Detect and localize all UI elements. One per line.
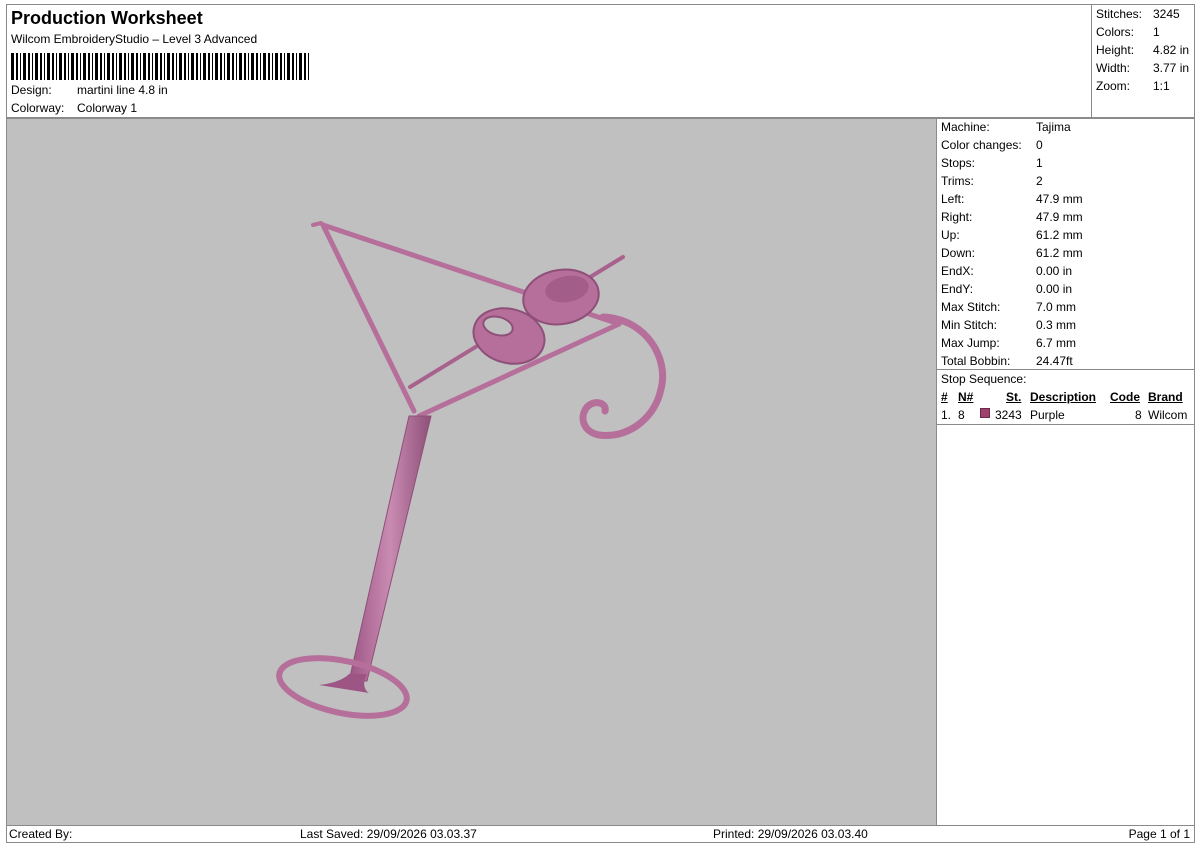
barcode	[11, 53, 309, 80]
printed-date: Printed: 29/09/2026 03.03.40	[713, 827, 868, 841]
design-summary: Stitches: 3245 Colors: 1 Height: 4.82 in Wi…	[1091, 4, 1195, 118]
divider	[937, 369, 1194, 370]
stop-row-description: Purple	[1030, 408, 1065, 422]
machine-info-label: Total Bobbin:	[941, 354, 1011, 368]
col-header-stitches: St.	[1006, 390, 1022, 404]
machine-info-value: Tajima	[1036, 120, 1071, 134]
colors-value: 1	[1153, 25, 1160, 39]
col-header-description: Description	[1030, 390, 1097, 404]
machine-info-label: Min Stitch:	[941, 318, 998, 332]
thread-color-swatch	[980, 408, 990, 418]
martini-stem	[319, 415, 432, 693]
stitches-row: Stitches: 3245	[1096, 7, 1180, 21]
machine-info-label: Machine:	[941, 120, 990, 134]
machine-info-value: 6.7 mm	[1036, 336, 1077, 350]
machine-info-label: Right:	[941, 210, 973, 224]
stop-row-number: 1.	[941, 408, 952, 422]
col-header-needle: N#	[958, 390, 974, 404]
machine-info-row: EndX: 0.00 in	[941, 264, 1072, 278]
machine-info-label: Down:	[941, 246, 976, 260]
machine-info-label: Stops:	[941, 156, 976, 170]
machine-info-row: Down: 61.2 mm	[941, 246, 1083, 260]
machine-info-value: 61.2 mm	[1036, 246, 1083, 260]
design-row: Design: martini line 4.8 in	[11, 83, 168, 97]
machine-info-value: 0.3 mm	[1036, 318, 1077, 332]
machine-info-panel: Machine: Tajima Color changes: 0 Stops: 1 Trim…	[936, 118, 1195, 826]
colorway-name: Colorway 1	[77, 101, 138, 115]
width-value: 3.77 in	[1153, 61, 1190, 75]
zoom-label: Zoom:	[1096, 79, 1131, 93]
divider	[937, 424, 1194, 425]
height-row: Height: 4.82 in	[1096, 43, 1189, 57]
machine-info-row: Max Jump: 6.7 mm	[941, 336, 1076, 350]
machine-info-label: EndX:	[941, 264, 974, 278]
stop-row-needle: 8	[958, 408, 965, 422]
width-label: Width:	[1096, 61, 1131, 75]
machine-info-row: Stops: 1	[941, 156, 1043, 170]
machine-info-row: Total Bobbin: 24.47ft	[941, 354, 1073, 368]
last-saved: Last Saved: 29/09/2026 03.03.37	[300, 827, 477, 841]
machine-info-label: Max Jump:	[941, 336, 1000, 350]
stop-sequence-title: Stop Sequence:	[941, 372, 1027, 386]
width-row: Width: 3.77 in	[1096, 61, 1189, 75]
machine-info-row: EndY: 0.00 in	[941, 282, 1072, 296]
machine-info-row: Left: 47.9 mm	[941, 192, 1083, 206]
machine-info-label: EndY:	[941, 282, 974, 296]
machine-info-row: Color changes: 0	[941, 138, 1043, 152]
machine-info-value: 0.00 in	[1036, 264, 1073, 278]
machine-info-label: Left:	[941, 192, 965, 206]
machine-info-row: Min Stitch: 0.3 mm	[941, 318, 1076, 332]
machine-info-label: Up:	[941, 228, 960, 242]
machine-info-value: 2	[1036, 174, 1043, 188]
machine-info-value: 7.0 mm	[1036, 300, 1077, 314]
created-by: Created By:	[9, 827, 73, 841]
height-value: 4.82 in	[1153, 43, 1190, 57]
software-name: Wilcom EmbroideryStudio – Level 3 Advanc…	[11, 32, 258, 46]
page-number: Page 1 of 1	[1128, 827, 1190, 841]
col-header-number: #	[941, 390, 948, 404]
machine-info-row: Right: 47.9 mm	[941, 210, 1083, 224]
machine-info-value: 0.00 in	[1036, 282, 1073, 296]
machine-info-label: Max Stitch:	[941, 300, 1001, 314]
machine-info-label: Color changes:	[941, 138, 1022, 152]
colorway-label: Colorway:	[11, 101, 65, 115]
machine-info-value: 1	[1036, 156, 1043, 170]
worksheet-header: Production Worksheet Wilcom EmbroiderySt…	[6, 4, 1092, 118]
machine-info-row: Max Stitch: 7.0 mm	[941, 300, 1076, 314]
stop-row-code: 8	[1135, 408, 1142, 422]
height-label: Height:	[1096, 43, 1135, 57]
martini-design-image	[276, 221, 666, 719]
zoom-row: Zoom: 1:1	[1096, 79, 1170, 93]
stitches-value: 3245	[1153, 7, 1180, 21]
stitches-label: Stitches:	[1096, 7, 1143, 21]
colors-row: Colors: 1	[1096, 25, 1160, 39]
stop-row-stitches: 3243	[995, 408, 1022, 422]
machine-info-value: 47.9 mm	[1036, 192, 1083, 206]
colorway-row: Colorway: Colorway 1	[11, 101, 137, 115]
machine-info-value: 0	[1036, 138, 1043, 152]
machine-info-row: Machine: Tajima	[941, 120, 1071, 134]
col-header-code: Code	[1110, 390, 1140, 404]
machine-info-value: 47.9 mm	[1036, 210, 1083, 224]
design-name: martini line 4.8 in	[77, 83, 168, 97]
zoom-value: 1:1	[1153, 79, 1170, 93]
machine-info-row: Up: 61.2 mm	[941, 228, 1083, 242]
page-title: Production Worksheet	[11, 8, 203, 28]
machine-info-value: 61.2 mm	[1036, 228, 1083, 242]
worksheet-footer: Created By: Last Saved: 29/09/2026 03.03…	[6, 825, 1195, 843]
colors-label: Colors:	[1096, 25, 1135, 39]
machine-info-label: Trims:	[941, 174, 974, 188]
col-header-brand: Brand	[1148, 390, 1183, 404]
machine-info-row: Trims: 2	[941, 174, 1043, 188]
design-label: Design:	[11, 83, 52, 97]
design-preview	[6, 118, 937, 826]
stop-row-brand: Wilcom	[1148, 408, 1188, 422]
machine-info-value: 24.47ft	[1036, 354, 1073, 368]
